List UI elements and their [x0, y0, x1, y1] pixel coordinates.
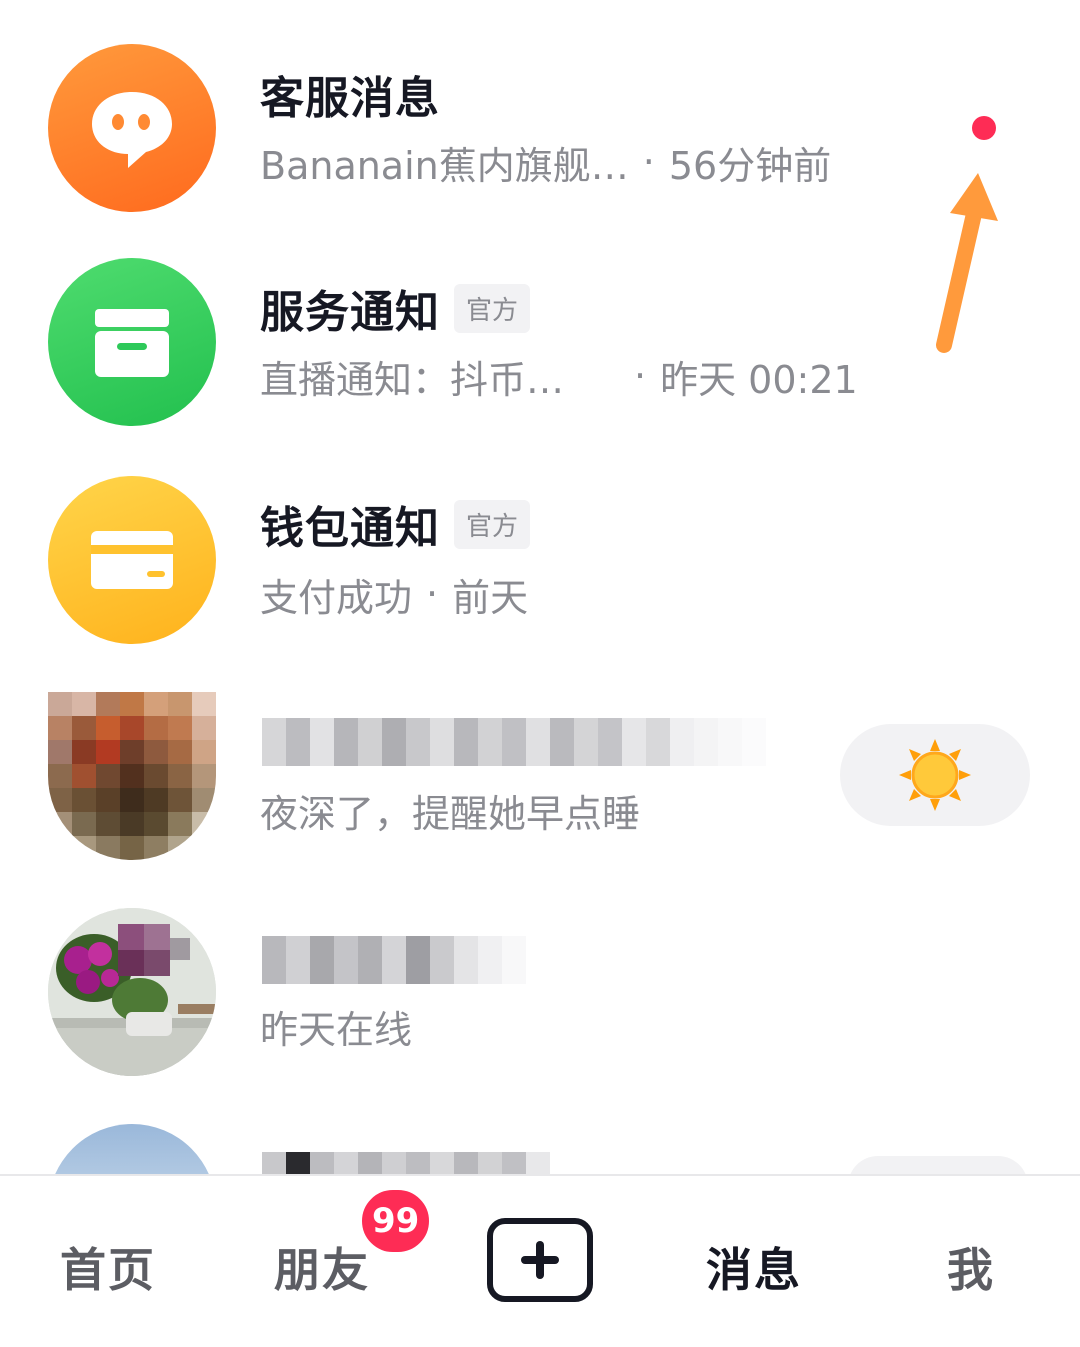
conversation-title: 服务通知: [260, 287, 440, 338]
unread-dot: [972, 116, 996, 140]
conversation-service-notice[interactable]: 服务通知 官方 直播通知：抖币… · 昨天 00:21: [0, 216, 1080, 432]
separator-dot: ·: [426, 572, 439, 616]
chat-bubble-icon: [92, 92, 172, 168]
official-tag: 官方: [454, 283, 531, 333]
plus-icon: [521, 1241, 559, 1279]
conversation-friend-2[interactable]: 昨天在线: [0, 864, 1080, 1080]
tab-home[interactable]: 首页: [60, 1234, 156, 1300]
message-list: 客服消息 Bananain蕉内旗舰… · 56分钟前 服务通知 官方 直播通知：…: [0, 0, 1080, 1174]
conversation-time: 56分钟前: [668, 143, 832, 188]
conversation-friend-1[interactable]: 夜深了，提醒她早点睡: [0, 648, 1080, 864]
separator-dot: ·: [634, 354, 647, 398]
conversation-customer-service[interactable]: 客服消息 Bananain蕉内旗舰… · 56分钟前: [0, 0, 1080, 216]
conversation-title: 客服消息: [260, 73, 440, 124]
friends-badge: 99: [358, 1186, 434, 1256]
conversation-preview: 昨天在线: [260, 1007, 413, 1052]
inbox-icon: [95, 309, 169, 377]
friend-avatar: [48, 1124, 216, 1174]
partial-action-pill[interactable]: [848, 1156, 1028, 1174]
create-button[interactable]: [487, 1218, 593, 1302]
friend-avatar: [48, 908, 216, 1076]
blurred-username: [262, 718, 766, 766]
send-sun-button[interactable]: [840, 724, 1030, 826]
conversation-preview: Bananain蕉内旗舰…: [260, 143, 629, 188]
conversation-preview: 夜深了，提醒她早点睡: [260, 791, 641, 836]
tab-me[interactable]: 我: [947, 1234, 995, 1300]
card-icon: [91, 531, 173, 589]
tab-messages[interactable]: 消息: [706, 1234, 802, 1300]
conversation-time: 昨天 00:21: [660, 357, 858, 402]
sun-icon: [899, 739, 971, 811]
service-notice-avatar: [48, 258, 216, 426]
conversation-preview: 支付成功: [260, 575, 413, 620]
conversation-time: 前天: [452, 575, 529, 620]
official-tag: 官方: [454, 499, 531, 549]
blurred-username: [262, 936, 526, 984]
tab-friends[interactable]: 朋友: [274, 1234, 370, 1300]
friend-avatar: [48, 692, 216, 860]
conversation-wallet-notice[interactable]: 钱包通知 官方 支付成功 · 前天: [0, 432, 1080, 648]
customer-service-avatar: [48, 44, 216, 212]
conversation-title: 钱包通知: [260, 503, 440, 554]
conversation-preview: 直播通知：抖币…: [260, 357, 565, 402]
blurred-username: [262, 1152, 550, 1174]
wallet-notice-avatar: [48, 476, 216, 644]
separator-dot: ·: [642, 140, 655, 184]
